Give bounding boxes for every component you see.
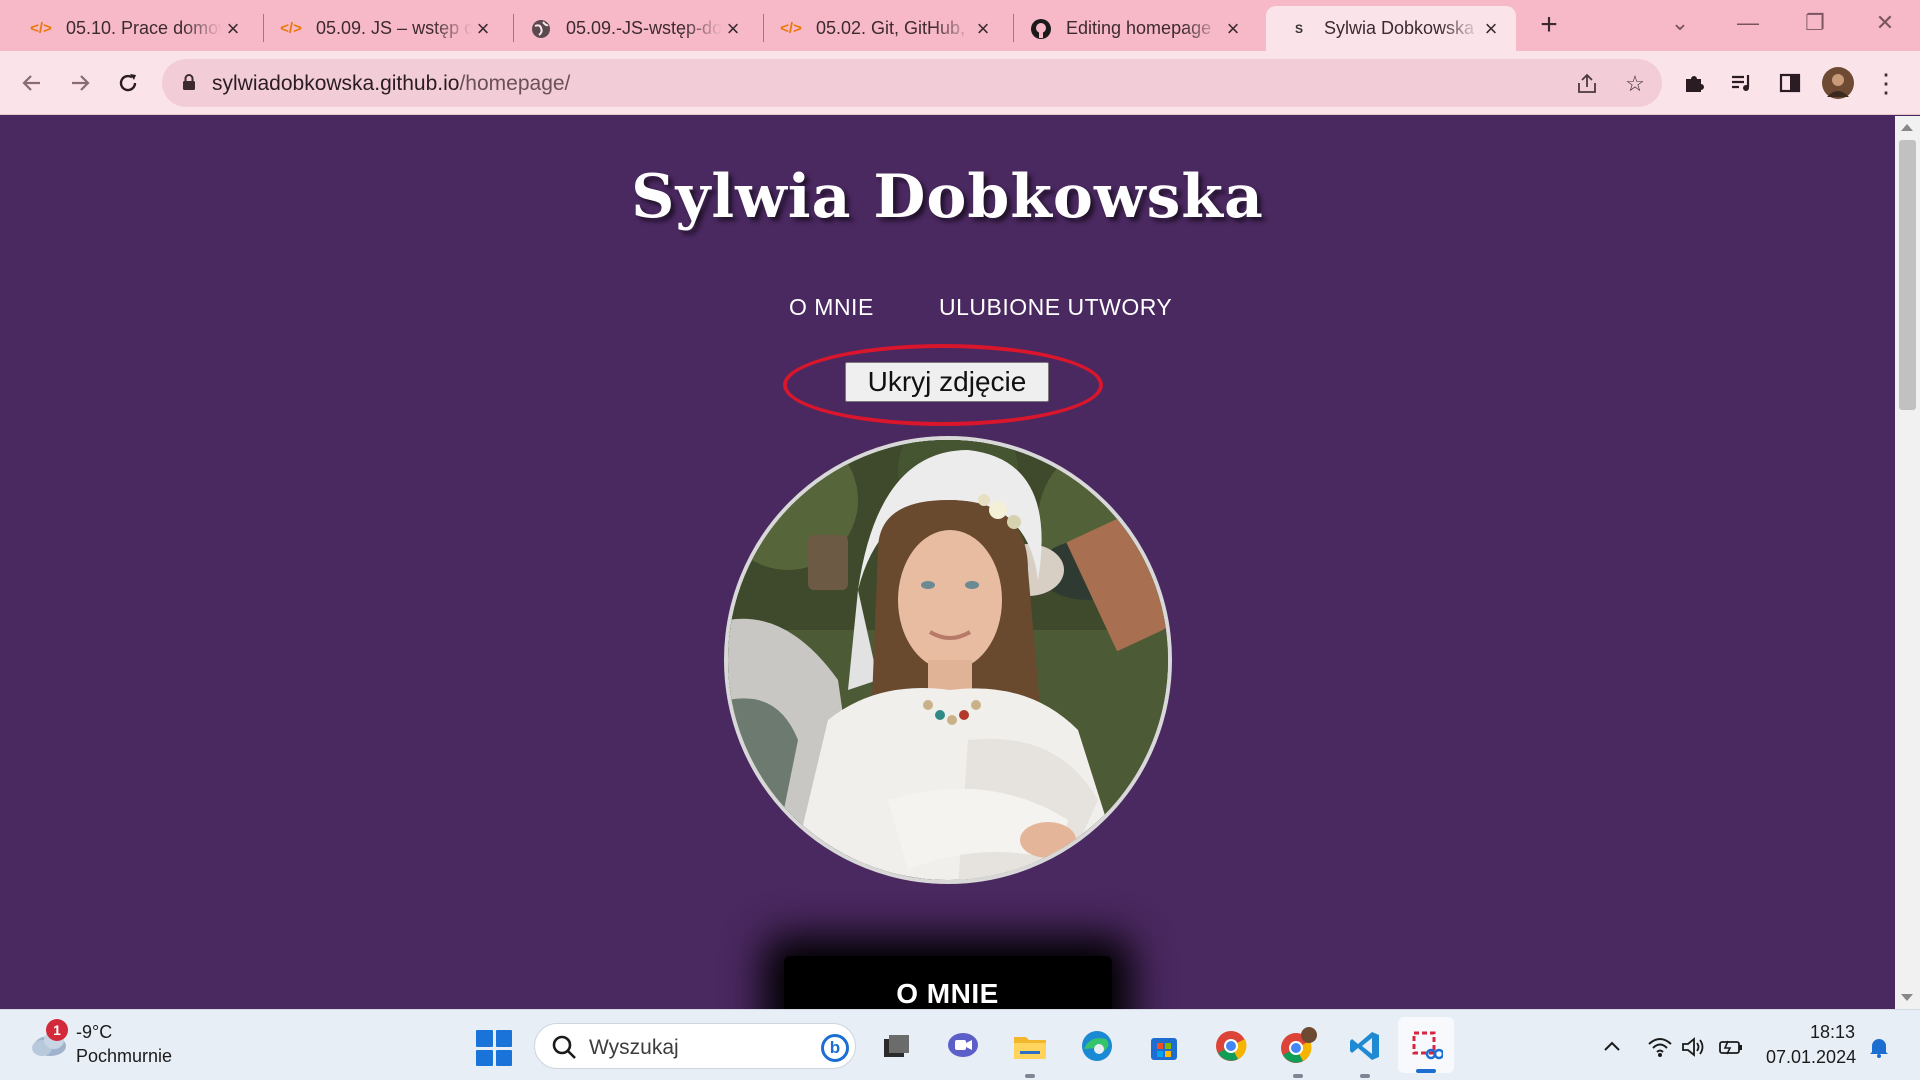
battery-icon[interactable] [1716, 1032, 1746, 1062]
back-arrow-icon [22, 75, 40, 91]
microsoft-store-icon[interactable] [1144, 1026, 1184, 1066]
taskbar-search[interactable]: Wyszukaj b [534, 1023, 856, 1069]
close-tab-icon[interactable]: × [972, 16, 994, 41]
vscode-icon[interactable] [1345, 1026, 1385, 1078]
tab-search-icon[interactable]: ⌄ [1655, 8, 1705, 38]
media-control-icon[interactable] [1726, 67, 1758, 99]
extensions-icon[interactable] [1678, 67, 1710, 99]
reload-icon [119, 74, 137, 92]
code-icon: </> [780, 20, 802, 37]
browser-menu-icon[interactable]: ⋮ [1870, 67, 1902, 99]
code-icon: </> [30, 20, 52, 37]
profile-photo [724, 436, 1172, 884]
bing-icon[interactable]: b [821, 1034, 849, 1062]
close-tab-icon[interactable]: × [722, 16, 744, 41]
scrollbar-thumb[interactable] [1899, 140, 1916, 410]
tab-label: 05.10. Prace domowe [66, 18, 222, 38]
nav-link-o-mnie[interactable]: O MNIE [789, 294, 874, 321]
weather-temperature: -9°C [76, 1022, 113, 1042]
minimize-button[interactable]: — [1723, 8, 1773, 38]
scroll-down-arrow-icon[interactable] [1901, 994, 1913, 1001]
tab-label: Sylwia Dobkowska [1324, 18, 1475, 38]
site-icon: S [1294, 21, 1303, 36]
url-text: sylwiadobkowska.github.io/homepage/ [212, 72, 571, 95]
reload-button[interactable] [112, 67, 144, 99]
clock-time[interactable]: 18:13 [1810, 1022, 1855, 1043]
task-view-icon[interactable] [876, 1026, 916, 1066]
tab-label: 05.02. Git, GitHub, [816, 18, 966, 38]
lock-icon [183, 74, 195, 90]
section-title: O MNIE [896, 978, 999, 1009]
clock-date[interactable]: 07.01.2024 [1766, 1047, 1856, 1068]
windows-logo-tile [476, 1030, 493, 1047]
teams-chat-icon[interactable] [943, 1026, 983, 1066]
side-panel-icon[interactable] [1774, 67, 1806, 99]
tab-git-github[interactable]: </> 05.02. Git, GitHub, × [758, 6, 1008, 51]
page-viewport: Sylwia Dobkowska O MNIE ULUBIONE UTWORY … [0, 116, 1895, 1009]
forward-button[interactable] [64, 67, 96, 99]
tab-label: 05.09. JS – wstęp do [316, 18, 472, 38]
profile-avatar[interactable] [1822, 67, 1854, 99]
close-tab-icon[interactable]: × [222, 16, 244, 41]
tab-label: 05.09.-JS-wstęp-do [566, 18, 722, 38]
tab-prace-domowe[interactable]: </> 05.10. Prace domowe × [8, 6, 258, 51]
weather-description: Pochmurnie [76, 1046, 173, 1066]
close-tab-icon[interactable]: × [472, 16, 494, 41]
tab-js-wstep-doc[interactable]: 05.09.-JS-wstęp-do × [508, 6, 758, 51]
file-explorer-icon[interactable] [1010, 1026, 1050, 1078]
close-tab-icon[interactable]: × [1222, 16, 1244, 41]
forward-arrow-icon [72, 75, 90, 91]
tab-js-wstep[interactable]: </> 05.09. JS – wstęp do × [258, 6, 508, 51]
show-hidden-icons-chevron[interactable] [1597, 1032, 1627, 1062]
scroll-up-arrow-icon[interactable] [1901, 124, 1913, 131]
new-tab-button[interactable]: + [1534, 8, 1564, 41]
globe-icon [530, 18, 552, 40]
chrome-profile-icon[interactable] [1278, 1026, 1318, 1078]
wifi-icon[interactable] [1645, 1032, 1675, 1062]
tab-strip: </> 05.10. Prace domowe × </> 05.09. JS … [0, 0, 1920, 51]
notification-badge: 1 [46, 1019, 68, 1041]
chrome-icon[interactable] [1211, 1026, 1251, 1066]
close-window-button[interactable]: ✕ [1860, 8, 1910, 38]
close-tab-icon[interactable]: × [1480, 16, 1502, 41]
tab-label: Editing homepage [1066, 18, 1212, 38]
address-bar[interactable]: sylwiadobkowska.github.io/homepage/ ☆ [162, 59, 1662, 107]
github-icon [1030, 18, 1052, 40]
windows-taskbar: 1 -9°C Pochmurnie Wyszukaj b 18:13 07.01… [0, 1009, 1920, 1080]
bookmark-star-icon[interactable]: ☆ [1622, 71, 1648, 97]
notification-bell-icon[interactable] [1864, 1032, 1894, 1062]
edge-browser-icon[interactable] [1077, 1026, 1117, 1066]
nav-link-ulubione-utwory[interactable]: ULUBIONE UTWORY [939, 294, 1172, 321]
browser-toolbar: sylwiadobkowska.github.io/homepage/ ☆ ⋮ [0, 51, 1920, 115]
page-title: Sylwia Dobkowska [631, 162, 1264, 232]
snipping-tool-icon[interactable] [1398, 1017, 1454, 1073]
back-button[interactable] [16, 67, 48, 99]
hide-photo-button[interactable]: Ukryj zdjęcie [845, 362, 1049, 402]
search-icon [552, 1035, 576, 1059]
code-icon: </> [280, 20, 302, 37]
tab-editing-homepage[interactable]: Editing homepage × [1008, 6, 1258, 51]
page-scrollbar[interactable] [1895, 116, 1920, 1009]
start-button[interactable] [476, 1030, 512, 1066]
volume-icon[interactable] [1678, 1032, 1708, 1062]
restore-button[interactable]: ❐ [1790, 8, 1840, 38]
share-icon[interactable] [1574, 71, 1600, 97]
search-placeholder: Wyszukaj [589, 1036, 679, 1059]
tab-sylwia-dobkowska[interactable]: S Sylwia Dobkowska × [1266, 6, 1516, 51]
